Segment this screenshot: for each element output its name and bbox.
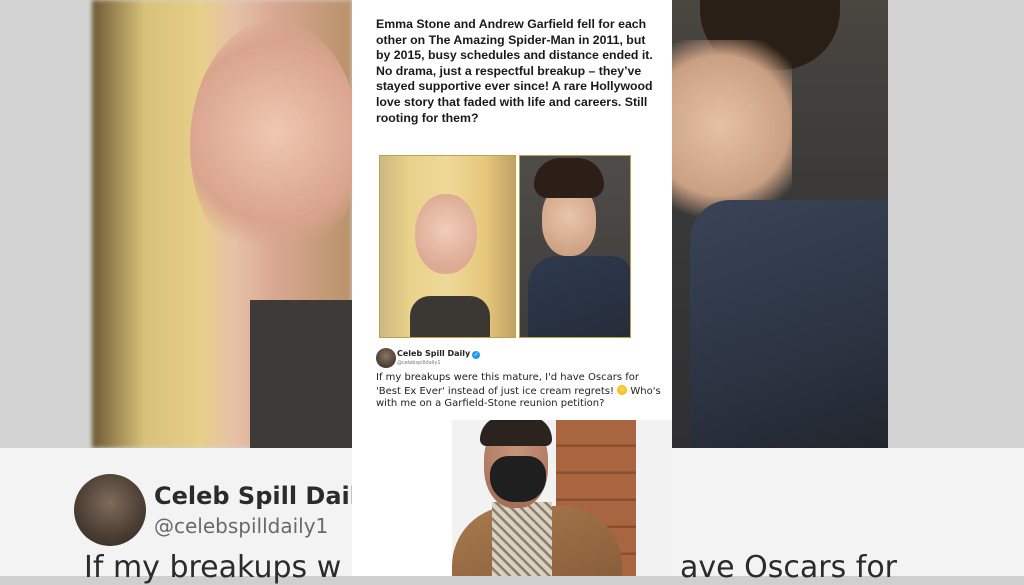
background-avatar	[74, 474, 146, 546]
tweet-text: If my breakups were this mature, I'd hav…	[376, 372, 661, 410]
post-card: Emma Stone and Andrew Garfield fell for …	[352, 0, 672, 576]
andrew-garfield-photo	[519, 155, 631, 338]
post-caption: Emma Stone and Andrew Garfield fell for …	[376, 17, 653, 125]
emma-stone-photo	[379, 155, 516, 338]
tweet-account-name[interactable]: Celeb Spill Daily ✓	[397, 349, 481, 359]
verified-badge-icon: ✓	[472, 351, 481, 359]
presenter-video	[452, 420, 672, 576]
background-emma-shirt	[250, 300, 352, 448]
presenter-hair	[480, 420, 552, 446]
laughing-tears-emoji-icon	[617, 384, 628, 395]
andrew-jacket	[528, 256, 630, 337]
emma-shirt	[410, 296, 490, 337]
background-tweet-text-right: ave Oscars for	[680, 550, 898, 585]
presenter-scarf	[492, 502, 552, 576]
background-andrew-jacket	[690, 200, 888, 448]
tweet-account-handle[interactable]: @celebspilldaily1	[397, 360, 441, 366]
emma-face	[415, 194, 477, 274]
tweet-avatar[interactable]	[376, 348, 396, 368]
andrew-hair	[534, 158, 604, 198]
background-account-handle: @celebspilldaily1	[154, 514, 329, 538]
background-emma-face	[190, 20, 360, 270]
presenter-face-mask	[490, 456, 546, 502]
background-tweet-text-left: If my breakups w	[84, 550, 342, 585]
